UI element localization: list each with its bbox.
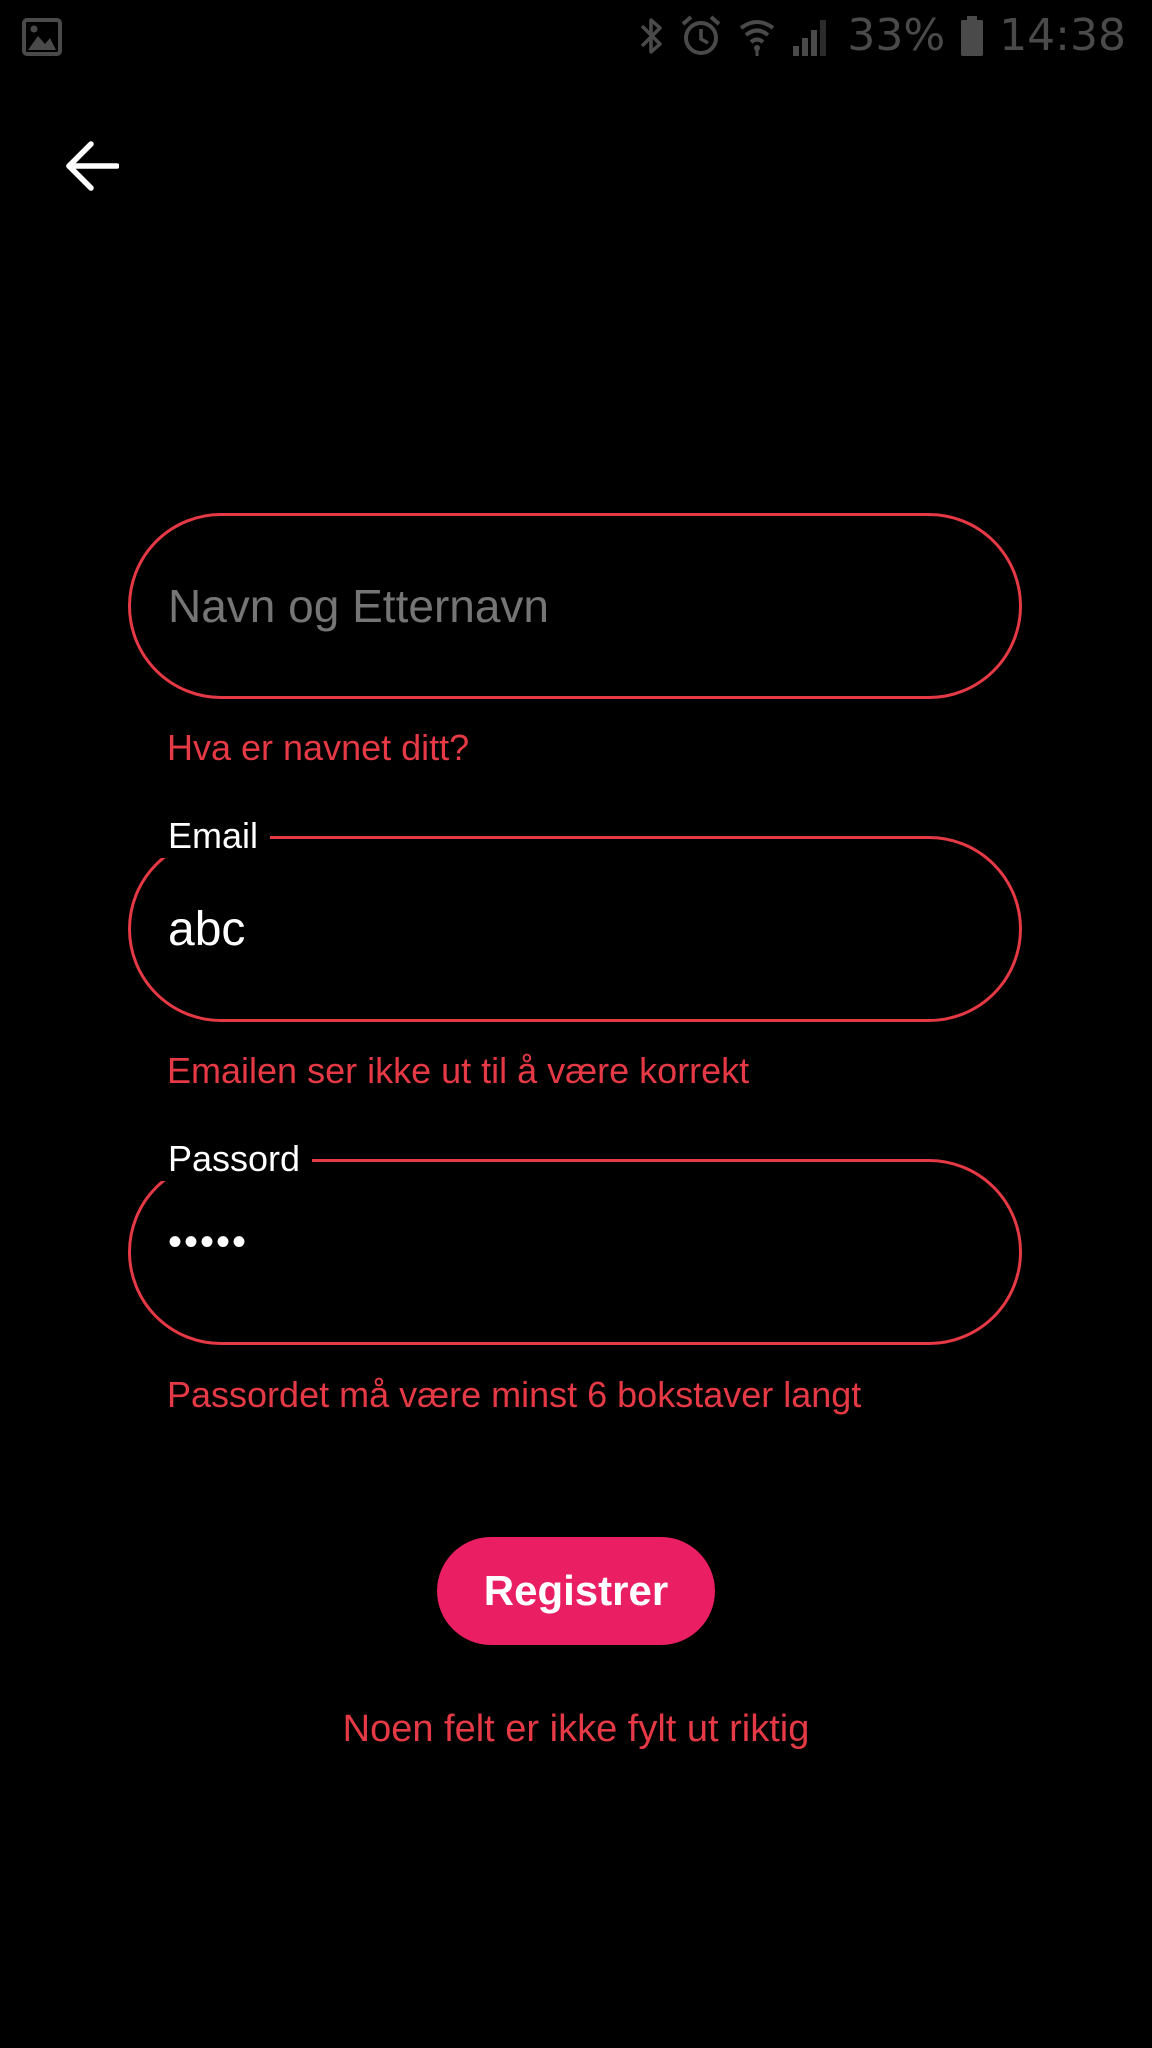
signal-icon	[791, 14, 833, 58]
battery-percent: 33%	[847, 10, 946, 61]
register-button[interactable]: Registrer	[437, 1537, 715, 1645]
password-field[interactable]: Passord •••••	[128, 1137, 1022, 1345]
wifi-icon	[737, 14, 777, 58]
form-error-message: Noen felt er ikke fylt ut riktig	[342, 1708, 810, 1750]
battery-icon	[959, 14, 985, 58]
name-helper-text: Hva er navnet ditt?	[167, 727, 470, 768]
clock: 14:38	[999, 10, 1126, 61]
password-input[interactable]: •••••	[168, 1149, 968, 1335]
name-input[interactable]	[168, 513, 968, 699]
status-icons: 33% 14:38	[639, 10, 1126, 61]
gallery-icon	[22, 18, 62, 60]
name-field[interactable]	[128, 513, 1022, 699]
gallery-notification	[22, 18, 62, 61]
status-bar: 33% 14:38	[0, 0, 1152, 80]
email-input[interactable]: abc	[168, 836, 968, 1022]
email-field[interactable]: Email abc	[128, 814, 1022, 1022]
email-helper-text: Emailen ser ikke ut til å være korrekt	[167, 1050, 750, 1091]
password-helper-text: Passordet må være minst 6 bokstaver lang…	[167, 1374, 862, 1415]
alarm-icon	[679, 14, 723, 58]
back-button[interactable]	[54, 130, 130, 206]
arrow-left-icon	[65, 140, 120, 196]
bluetooth-icon	[639, 14, 665, 58]
